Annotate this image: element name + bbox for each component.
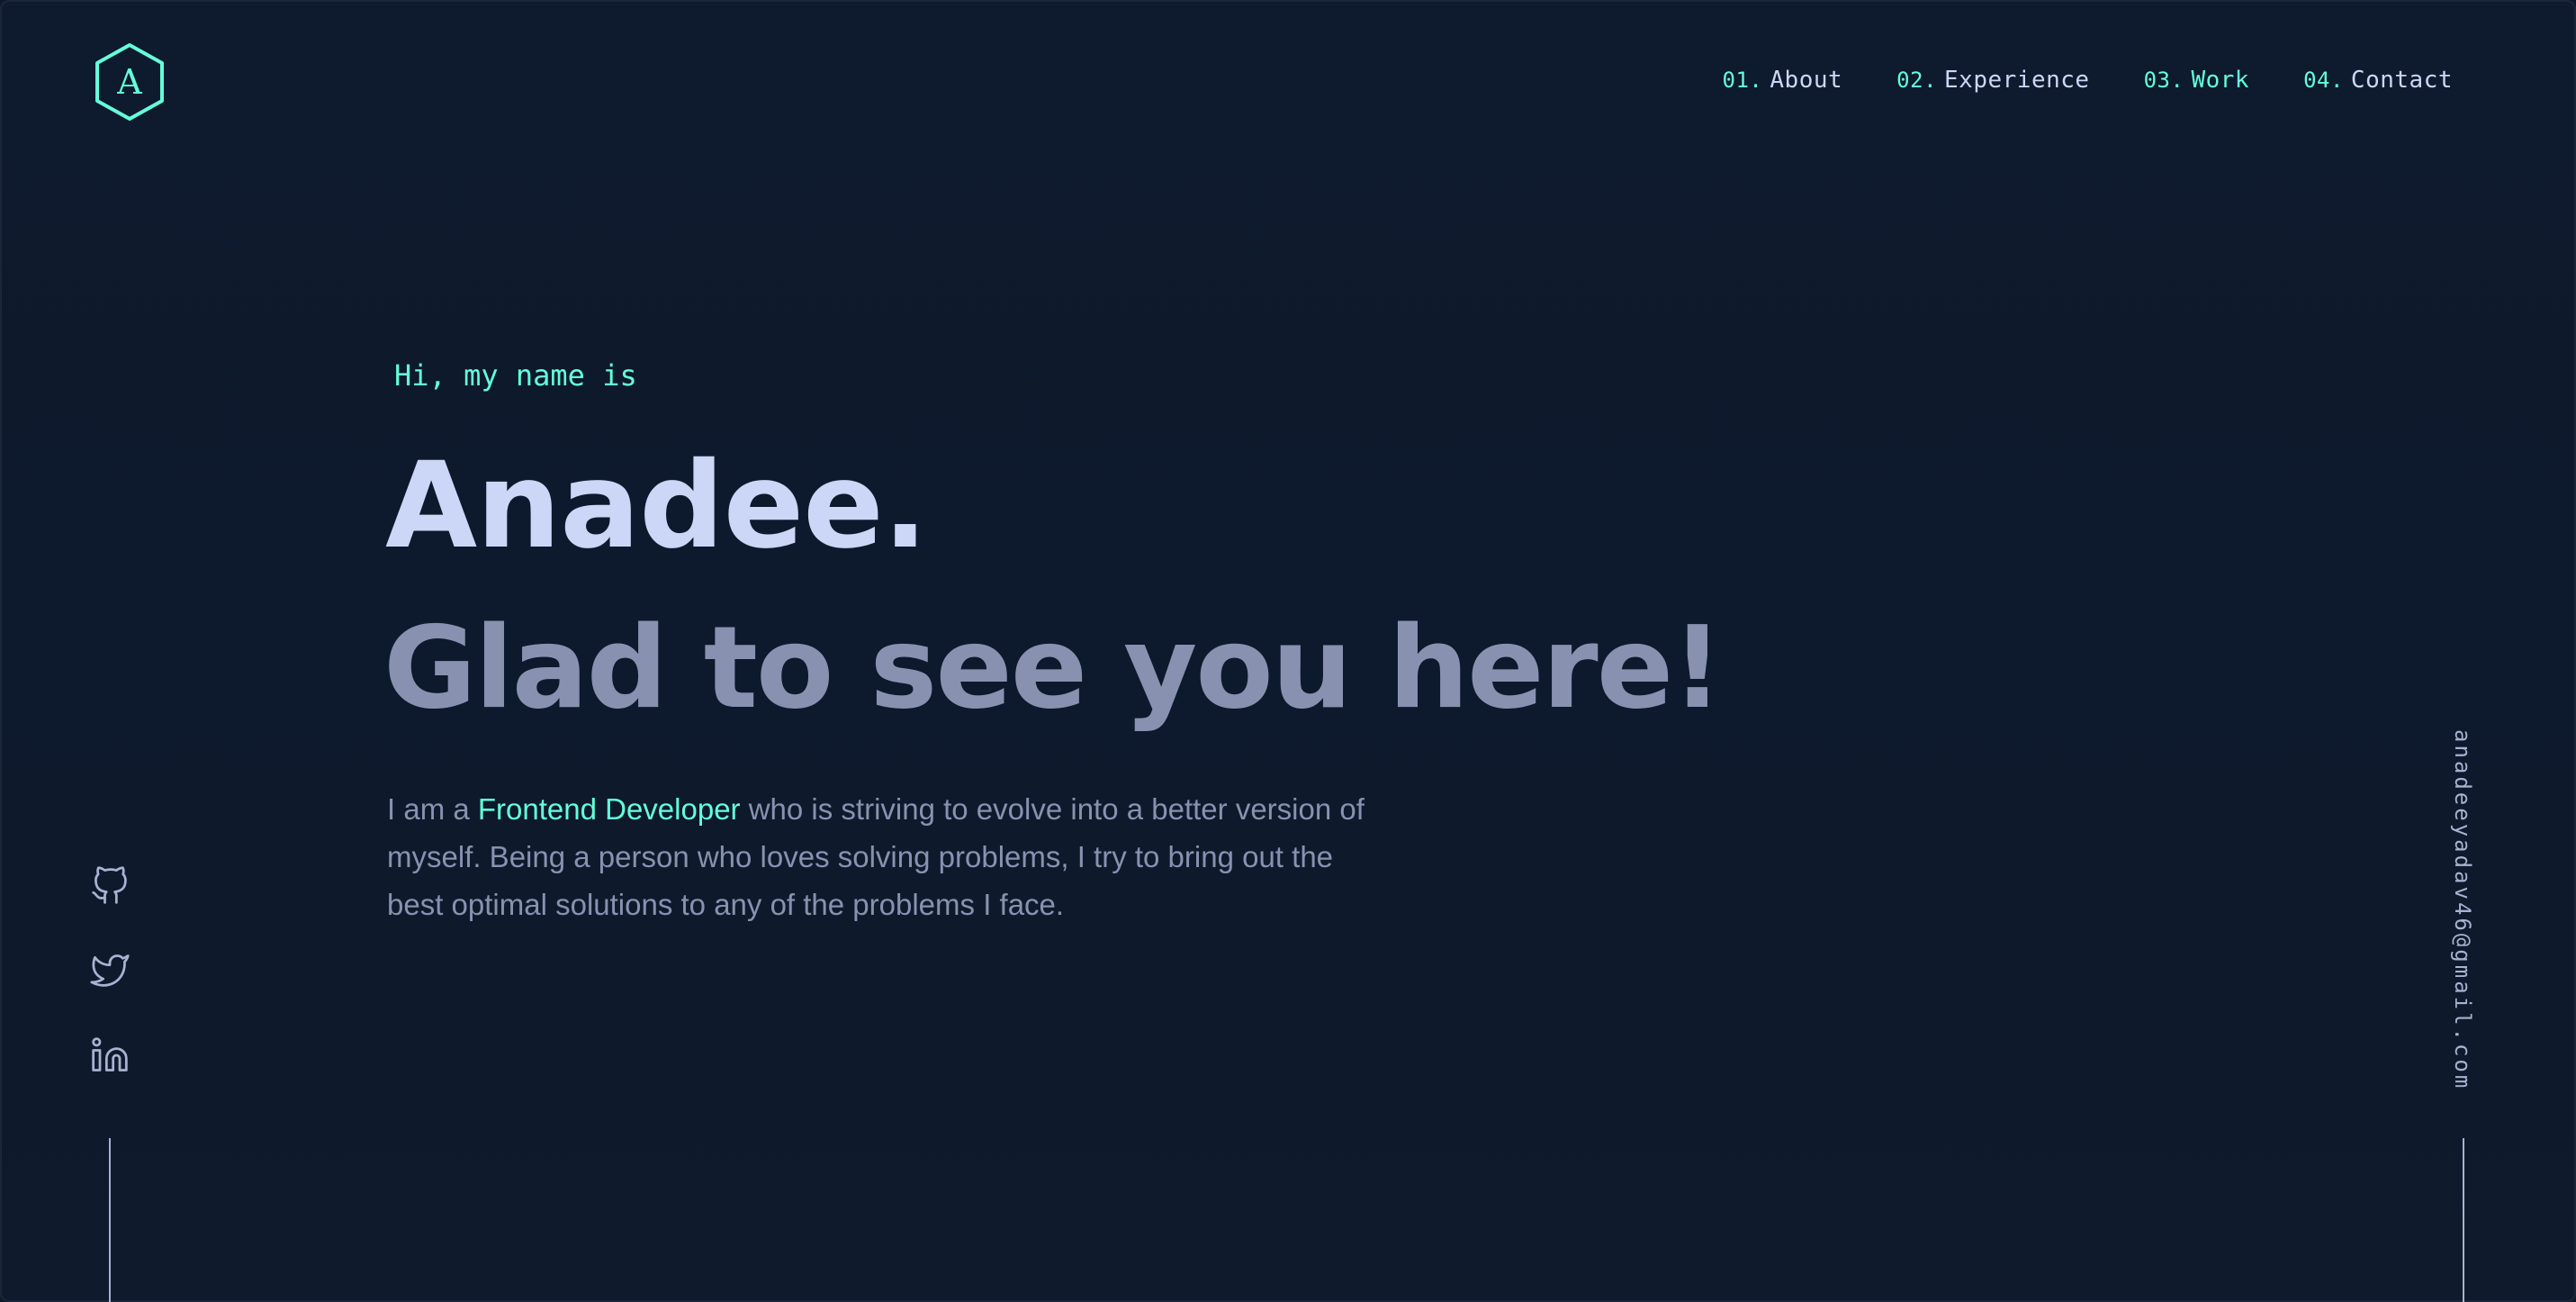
hero-intro: I am a Frontend Developer who is strivin… [387,785,1386,928]
nav-item-number: 03. [2143,68,2184,93]
nav-item-work[interactable]: 03. Work [2144,67,2249,94]
hero-tagline: Glad to see you here! [383,601,1724,734]
main-nav: 01. About 02. Experience 03. Work 04. Co… [1723,67,2453,94]
linkedin-icon [92,1037,128,1071]
nav-item-experience[interactable]: 02. Experience [1896,67,2089,94]
intro-role-highlight: Frontend Developer [477,792,741,826]
logo-letter: A [116,62,142,102]
linkedin-link[interactable] [90,1035,130,1075]
left-rail-line [109,1138,111,1302]
github-link[interactable] [90,866,130,906]
nav-item-contact[interactable]: 04. Contact [2303,67,2453,94]
email-link[interactable]: anadeeyadav46@gmail.com [2450,729,2475,1090]
nav-item-about[interactable]: 01. About [1723,67,1843,94]
social-links [88,866,131,1075]
page-frame: A 01. About 02. Experience 03. Work 04. … [0,0,2576,1302]
hexagon-logo-icon: A [95,43,164,121]
nav-item-number: 02. [1896,68,1938,93]
email-rail: anadeeyadav46@gmail.com [2445,729,2481,1090]
twitter-icon [90,954,130,987]
hero-name: Anadee. [385,437,928,575]
github-icon [92,866,127,904]
right-rail-line [2463,1138,2464,1302]
nav-item-number: 01. [1722,68,1763,93]
intro-text-start: I am a [387,792,478,826]
nav-item-label: About [1770,67,1843,94]
nav-item-label: Experience [1944,67,2090,94]
nav-item-label: Work [2191,67,2250,94]
hero-greeting: Hi, my name is [394,358,637,393]
twitter-link[interactable] [90,951,130,990]
logo[interactable]: A [92,41,167,122]
nav-item-label: Contact [2350,67,2453,94]
nav-item-number: 04. [2303,68,2344,93]
